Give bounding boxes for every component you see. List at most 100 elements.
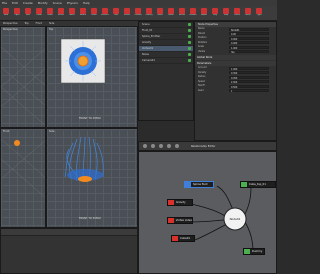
viewport-label: Front	[3, 130, 10, 133]
properties-section-global[interactable]: Global Node	[195, 55, 276, 60]
viewport-perspective[interactable]: Perspective	[0, 26, 46, 128]
visibility-check-icon[interactable]	[188, 41, 191, 44]
visibility-check-icon[interactable]	[188, 47, 191, 50]
property-label: Visible	[198, 49, 206, 53]
property-value-field[interactable]: Node01	[229, 27, 269, 32]
property-row: Seed 1	[195, 88, 276, 93]
toolbar-button-noise[interactable]: Noise	[166, 7, 176, 20]
scene-list-panel: Scene Fluid_01 Spline_Emitter Gravity Vortex…	[138, 21, 194, 121]
toolbar-button-label: Rotate	[79, 14, 87, 16]
property-label: Amount	[198, 66, 207, 69]
node-cube-top[interactable]: Cube_top_01	[240, 181, 276, 188]
delete-node-icon[interactable]	[175, 144, 179, 148]
property-value-field[interactable]: 1.000	[229, 66, 269, 71]
viewport-overlay: FRONT TO X5500	[79, 117, 101, 120]
center-node-label: Node01	[229, 217, 241, 221]
zoom-out-icon[interactable]	[151, 144, 155, 148]
node-editor-title: Relationship Editor	[191, 144, 216, 148]
list-item[interactable]: Camera01	[139, 58, 193, 64]
toolbar-button-select[interactable]: Select	[56, 7, 66, 20]
fit-view-icon[interactable]	[159, 144, 163, 148]
zoom-in-icon[interactable]	[143, 144, 147, 148]
top-view-drawing	[60, 38, 106, 84]
timeline-header	[1, 229, 137, 236]
add-node-icon[interactable]	[167, 144, 171, 148]
toolbar-button-collider[interactable]: Collider	[133, 7, 143, 20]
perspective-grid-lines	[1, 46, 45, 126]
toolbar-button-mesh[interactable]: Mesh	[243, 7, 253, 20]
toolbar-button-render[interactable]: Render	[188, 7, 198, 20]
toolbar-button-label: Wind	[157, 14, 163, 16]
property-value-field[interactable]: 1.000	[229, 45, 269, 50]
toolbar-button-label: Open	[14, 14, 20, 16]
toolbar-button-rotate[interactable]: Rotate	[78, 7, 88, 20]
toolbar-button-scale[interactable]: Scale	[89, 7, 99, 20]
toolbar-button-label: Scale	[91, 14, 97, 16]
toolbar-button-solver[interactable]: Solver	[122, 7, 132, 20]
toolbar-button-fluid[interactable]: Fluid	[111, 7, 121, 20]
property-value-field[interactable]: 0.500	[229, 84, 269, 89]
node-dummy[interactable]: Dummy	[243, 248, 265, 255]
toolbar-button-label: Save	[25, 14, 31, 16]
properties-panel: Node Properties Name Node01 Parent 0.00 Posi…	[194, 21, 277, 141]
toolbar-button-emitter[interactable]: Emitter	[100, 7, 110, 20]
node-gravity[interactable]: Gravity	[167, 199, 193, 206]
viewport-front[interactable]: Front	[0, 128, 46, 228]
toolbar-button-cache[interactable]: Cache	[232, 7, 242, 20]
property-label: Seed	[198, 88, 204, 92]
toolbar-button-label: New	[3, 14, 9, 16]
node-editor-canvas[interactable]: Node01 Spline fluid Cube_top_01 Gravity …	[138, 151, 277, 274]
visibility-check-icon[interactable]	[188, 35, 191, 38]
node-vortex-index[interactable]: Vortex index	[167, 217, 193, 224]
toolbar-button-play[interactable]: Play	[210, 7, 220, 20]
node-cube[interactable]: Cube01	[171, 235, 195, 242]
toolbar-button-label: Redo	[47, 14, 53, 16]
toolbar-button-label: Cache	[233, 14, 241, 16]
property-value-field[interactable]: 2.000	[229, 80, 269, 84]
property-value-field[interactable]: 0.000	[229, 41, 269, 45]
toolbar-button-redo[interactable]: Redo	[45, 7, 55, 20]
toolbar-button-stop[interactable]: Stop	[221, 7, 231, 20]
property-value-field[interactable]: Yes	[229, 50, 269, 54]
node-connections	[190, 185, 254, 253]
node-editor-toolbar: Relationship Editor	[138, 141, 277, 151]
node-spline-fluid[interactable]: Spline fluid	[184, 181, 214, 188]
visibility-check-icon[interactable]	[188, 23, 191, 26]
toolbar-button-label: Gravity	[145, 14, 153, 16]
viewport-side[interactable]: Side FRONT TO X5500	[46, 128, 138, 228]
property-value-field[interactable]: 0.000	[229, 36, 269, 41]
list-item-label: Camera01	[142, 59, 155, 62]
toolbar-button-save[interactable]: Save	[23, 7, 33, 20]
viewport-overlay: FRONT TO X5500	[79, 217, 101, 220]
property-value-field[interactable]: 1	[229, 89, 269, 93]
list-item-label: Fluid_01	[142, 29, 153, 32]
toolbar-button-light[interactable]: Light	[254, 7, 264, 20]
viewport-top[interactable]: Top FRONT TO X5500	[46, 26, 138, 128]
property-label: Scale	[198, 45, 204, 48]
timeline-panel	[0, 228, 138, 274]
toolbar-button-move[interactable]: Move	[67, 7, 77, 20]
toolbar-button-wind[interactable]: Wind	[155, 7, 165, 20]
property-value-field[interactable]: 0.050	[229, 75, 269, 80]
property-value-field[interactable]: 0.00	[229, 32, 269, 36]
list-item-label: Spline_Emitter	[142, 35, 161, 38]
toolbar-button-undo[interactable]: Undo	[34, 7, 44, 20]
toolbar-button-open[interactable]: Open	[12, 7, 22, 20]
visibility-check-icon[interactable]	[188, 59, 191, 62]
toolbar-button-label: Play	[212, 14, 218, 16]
property-value-field[interactable]: 0.300	[229, 71, 269, 75]
toolbar-button-gravity[interactable]: Gravity	[144, 7, 154, 20]
list-item-label: Noise	[142, 53, 149, 56]
emitter-core	[77, 55, 89, 67]
property-label: Name	[198, 27, 205, 30]
front-view-drawing	[1, 138, 45, 198]
visibility-check-icon[interactable]	[188, 53, 191, 56]
toolbar-button-label: Render	[189, 14, 197, 16]
toolbar-button-new[interactable]: New	[1, 7, 11, 20]
emitter-marker	[14, 140, 20, 146]
toolbar-button-vortex[interactable]: Vortex	[177, 7, 187, 20]
toolbar-button-export[interactable]: Export	[199, 7, 209, 20]
toolbar-button-label: Stop	[223, 14, 229, 16]
visibility-check-icon[interactable]	[188, 29, 191, 32]
toolbar: New Open Save Undo Redo Select Move Rotate Scale…	[0, 6, 277, 21]
